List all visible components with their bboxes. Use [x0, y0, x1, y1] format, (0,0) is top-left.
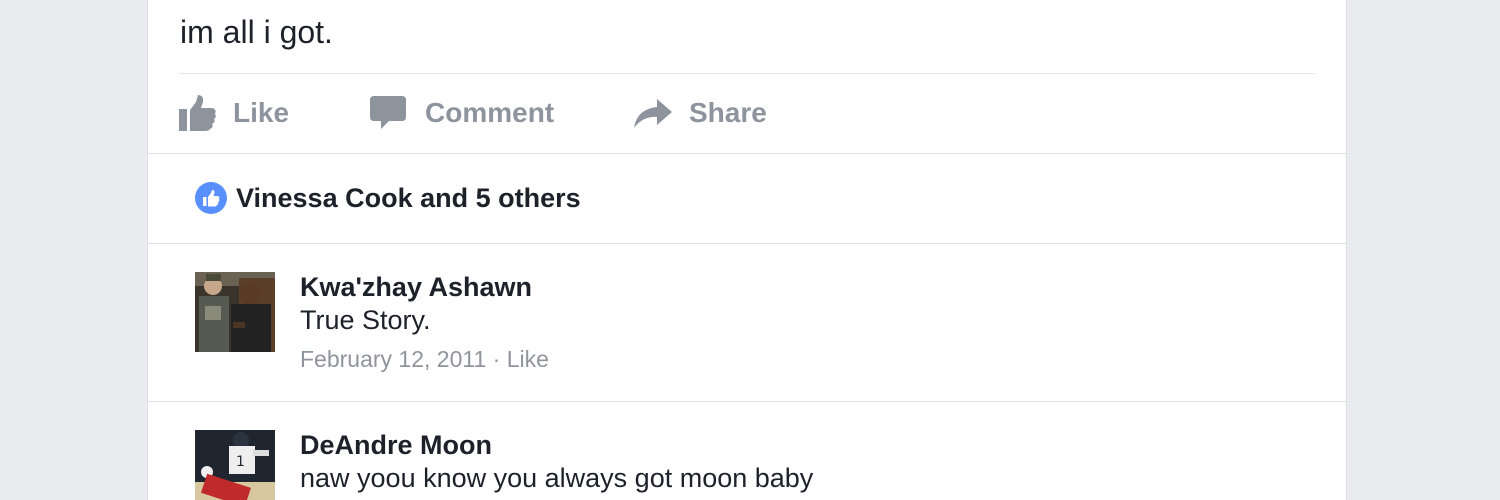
like-button[interactable]: Like	[179, 94, 369, 132]
speech-bubble-icon	[369, 95, 425, 131]
comment-author[interactable]: Kwa'zhay Ashawn	[300, 272, 532, 303]
comment-meta: February 12, 2011 · Like	[300, 346, 549, 373]
like-reaction-icon	[195, 182, 227, 214]
thumbs-up-icon	[179, 94, 233, 132]
comment-text: True Story.	[300, 305, 431, 335]
divider	[179, 73, 1315, 74]
comment-button[interactable]: Comment	[369, 95, 633, 131]
share-label: Share	[689, 97, 767, 128]
avatar[interactable]	[195, 272, 275, 352]
svg-text:1: 1	[236, 454, 245, 470]
divider	[148, 401, 1346, 402]
meta-separator: ·	[492, 346, 501, 372]
post-actions-bar: Like Comment Share	[179, 88, 767, 138]
reactions-summary[interactable]: Vinessa Cook and 5 others	[195, 182, 581, 214]
divider	[148, 243, 1346, 244]
like-label: Like	[233, 97, 290, 128]
comment-text: naw yoou know you always got moon baby	[300, 463, 814, 493]
share-arrow-icon	[633, 97, 689, 129]
divider	[148, 153, 1346, 154]
avatar[interactable]: 1	[195, 430, 275, 500]
comment-author[interactable]: DeAndre Moon	[300, 430, 492, 461]
post-text: im all i got.	[180, 14, 333, 50]
reactions-text[interactable]: Vinessa Cook and 5 others	[236, 183, 581, 214]
comment-like-link[interactable]: Like	[507, 346, 549, 372]
post-card: im all i got. Like Comment Share Vinessa…	[147, 0, 1347, 500]
share-button[interactable]: Share	[633, 97, 767, 129]
comment-date: February 12, 2011	[300, 346, 487, 372]
comment-label: Comment	[425, 97, 555, 128]
